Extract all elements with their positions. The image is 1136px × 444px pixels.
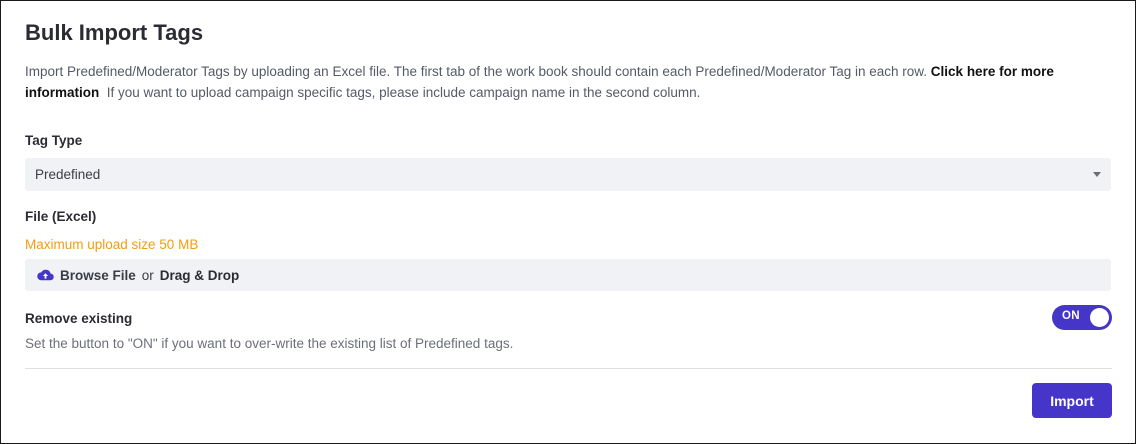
or-text: or bbox=[141, 267, 154, 283]
cloud-upload-icon bbox=[37, 269, 54, 281]
toggle-knob bbox=[1090, 308, 1109, 327]
caret-down-icon bbox=[1093, 172, 1101, 177]
file-excel-label: File (Excel) bbox=[25, 209, 97, 224]
remove-existing-helper: Set the button to "ON" if you want to ov… bbox=[25, 336, 514, 351]
import-button[interactable]: Import bbox=[1032, 383, 1112, 418]
max-upload-size-hint: Maximum upload size 50 MB bbox=[25, 237, 199, 252]
import-description: Import Predefined/Moderator Tags by uplo… bbox=[25, 61, 1115, 103]
page-title: Bulk Import Tags bbox=[25, 20, 204, 45]
remove-existing-label: Remove existing bbox=[25, 311, 133, 326]
tag-type-select[interactable]: Predefined bbox=[25, 158, 1111, 191]
tag-type-selected-value: Predefined bbox=[35, 167, 101, 182]
description-text: Import Predefined/Moderator Tags by uplo… bbox=[25, 64, 931, 79]
browse-file-button[interactable]: Browse File bbox=[60, 268, 136, 283]
toggle-state-text: ON bbox=[1062, 310, 1080, 322]
divider bbox=[25, 368, 1112, 369]
tag-type-label: Tag Type bbox=[25, 133, 83, 148]
description-text-campaign: If you want to upload campaign specific … bbox=[99, 85, 701, 100]
remove-existing-toggle[interactable]: ON bbox=[1052, 305, 1112, 330]
file-dropzone[interactable]: Browse File or Drag & Drop bbox=[25, 259, 1111, 291]
bulk-import-tags-panel: Bulk Import Tags Import Predefined/Moder… bbox=[0, 0, 1136, 444]
drag-drop-label: Drag & Drop bbox=[159, 267, 240, 283]
